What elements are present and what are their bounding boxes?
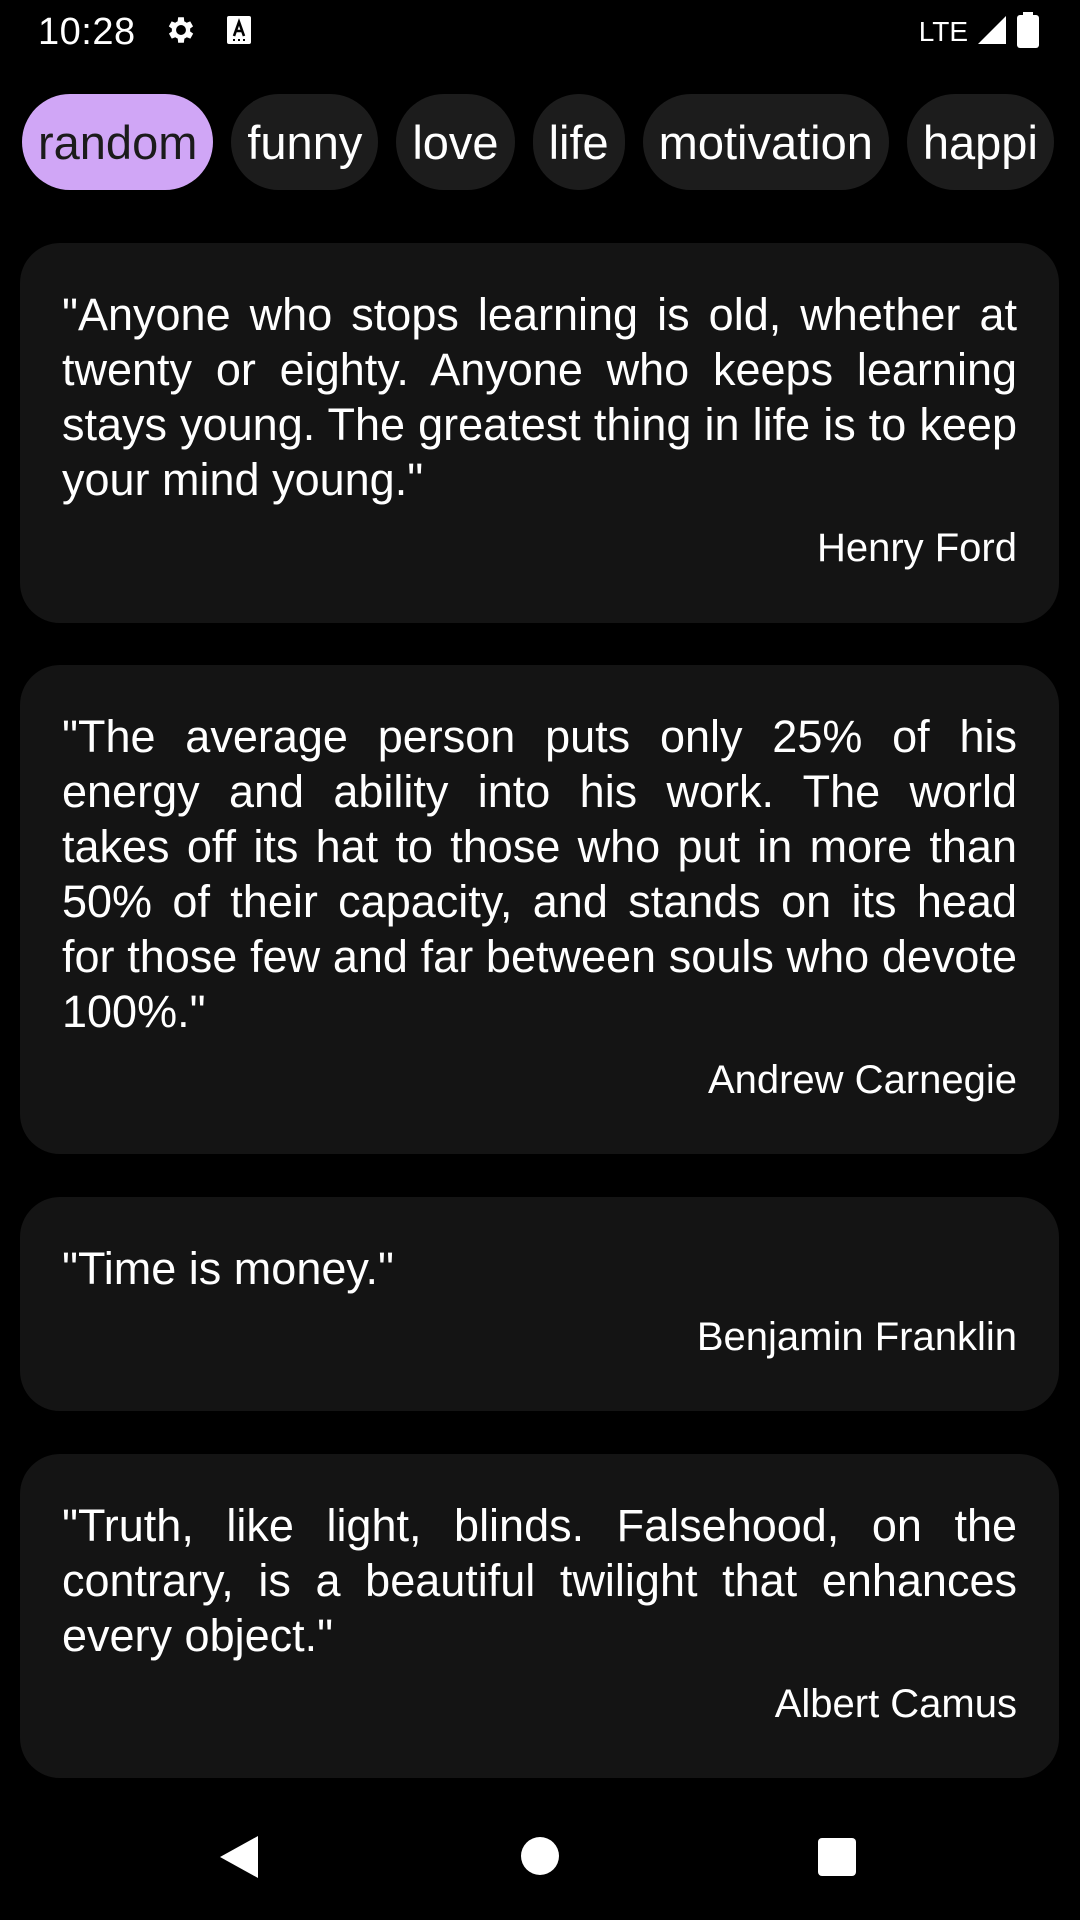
home-circle-icon[interactable] [520,1836,560,1881]
settings-gear-icon [164,13,198,52]
quote-card[interactable]: "Time is money." Benjamin Franklin [20,1197,1059,1411]
quote-text: "Truth, like light, blinds. Falsehood, o… [62,1500,1017,1661]
quote-text: "Anyone who stops learning is old, wheth… [62,289,1017,505]
status-right: LTE [918,11,1040,53]
chip-happiness[interactable]: happi [906,94,1054,190]
recents-square-icon[interactable] [817,1837,857,1882]
app-screen: 10:28 LTE random funny love life motivat… [0,0,1080,1920]
quote-author: Benjamin Franklin [696,1315,1017,1359]
back-triangle-icon[interactable] [218,1834,260,1885]
battery-icon [1016,11,1040,53]
quote-card[interactable]: "The average person puts only 25% of his… [20,665,1059,1154]
quote-card[interactable]: "Anyone who stops learning is old, wheth… [20,243,1059,623]
quote-author: Andrew Carnegie [707,1058,1017,1102]
chip-love[interactable]: love [396,94,515,190]
status-left: 10:28 [38,11,252,54]
quote-text: "Time is money." [62,1243,395,1294]
status-time: 10:28 [38,10,136,53]
signal-icon [976,14,1008,51]
chip-motivation[interactable]: motivation [642,94,889,190]
chip-random[interactable]: random [22,94,214,190]
quote-text: "The average person puts only 25% of his… [62,711,1017,1037]
category-chip-row[interactable]: random funny love life motivation happi [0,94,1069,190]
status-bar: 10:28 LTE [0,0,1080,64]
chip-life[interactable]: life [532,94,625,190]
chip-funny[interactable]: funny [231,94,379,190]
keyboard-a-icon [226,15,252,50]
quote-card[interactable]: "Truth, like light, blinds. Falsehood, o… [20,1454,1059,1778]
quote-author: Albert Camus [774,1682,1017,1726]
quote-author: Henry Ford [816,526,1017,570]
network-type: LTE [918,16,968,47]
